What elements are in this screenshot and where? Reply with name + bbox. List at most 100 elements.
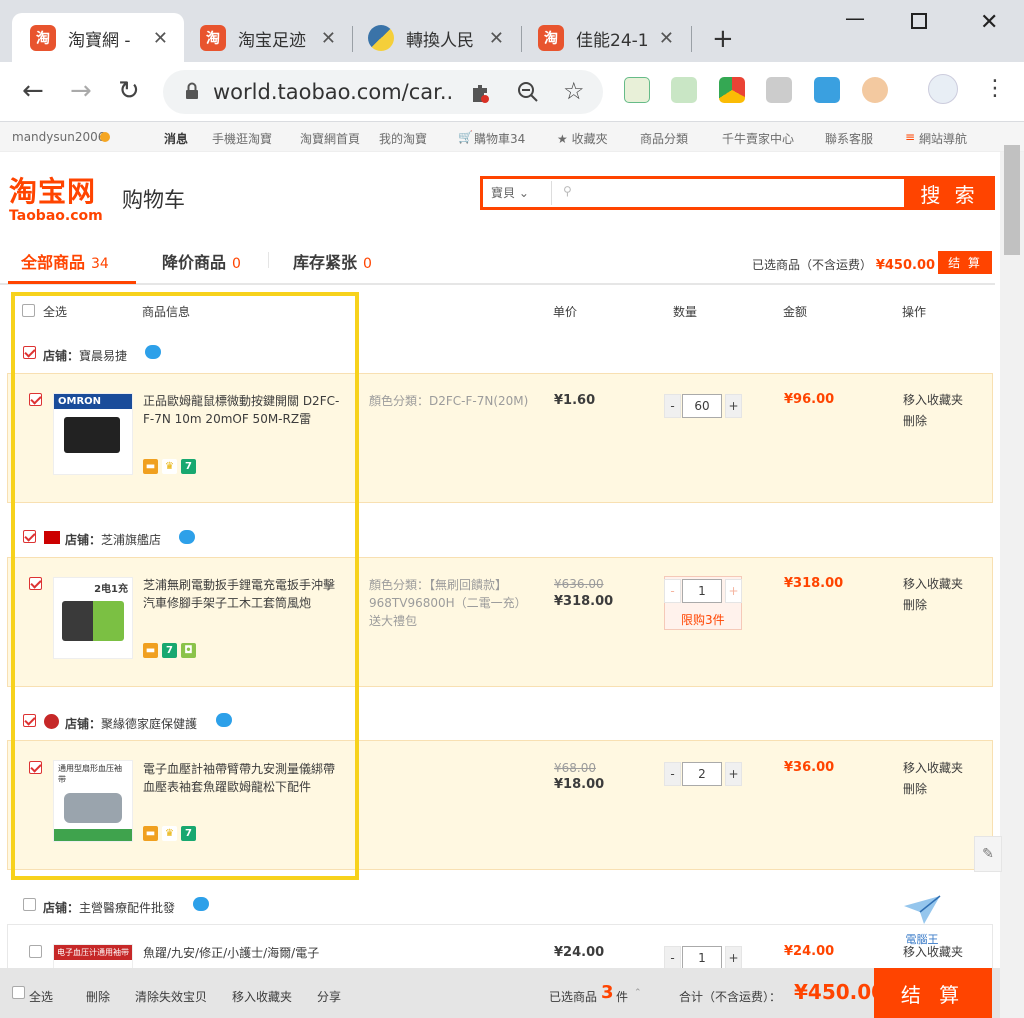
product-thumbnail[interactable]: OMRON — [53, 393, 133, 475]
quantity-input[interactable]: 1 — [682, 579, 722, 603]
quantity-input[interactable]: 1 — [682, 946, 722, 970]
extension-blocked-icon[interactable] — [469, 82, 491, 104]
close-icon[interactable]: ✕ — [489, 28, 504, 49]
move-to-favorites-link[interactable]: 移入收藏夹 — [903, 390, 963, 411]
shop-checkbox[interactable] — [23, 714, 36, 727]
bookmark-star-icon[interactable]: ☆ — [563, 77, 585, 105]
tab-all-items[interactable]: 全部商品 34 — [21, 249, 109, 273]
product-thumbnail[interactable]: 2电1充 — [53, 577, 133, 659]
extension-icon-6[interactable] — [862, 77, 888, 103]
move-to-favorites-link[interactable]: 移入收藏夹 — [903, 758, 963, 779]
tab-price-drop[interactable]: 降价商品 0 — [162, 249, 241, 273]
extension-icon-1[interactable] — [624, 77, 650, 103]
nav-site-map[interactable]: 網站導航 — [919, 130, 967, 147]
delete-link[interactable]: 刪除 — [903, 411, 963, 432]
profile-avatar[interactable] — [928, 74, 958, 104]
nav-cart[interactable]: 🛒 — [458, 130, 473, 144]
select-all-checkbox-bottom[interactable] — [12, 986, 25, 999]
extension-icon-3[interactable] — [719, 77, 745, 103]
quantity-input[interactable]: 60 — [682, 394, 722, 418]
close-icon[interactable]: ✕ — [659, 28, 674, 49]
page-scrollbar[interactable]: ▲ — [1000, 152, 1024, 1018]
item-title[interactable]: 魚躍/九安/修正/小護士/海爾/電子 — [143, 944, 343, 966]
extension-icon-2[interactable] — [671, 77, 697, 103]
nav-messages[interactable]: 消息 — [164, 130, 188, 147]
increase-button[interactable]: + — [725, 946, 742, 970]
nav-service[interactable]: 聯系客服 — [825, 130, 873, 147]
close-icon[interactable]: ✕ — [321, 28, 336, 49]
item-checkbox[interactable] — [29, 761, 42, 774]
nav-seller-center[interactable]: 千牛賣家中心 — [722, 130, 794, 147]
search-button[interactable]: 搜 索 — [904, 176, 995, 210]
shop-checkbox[interactable] — [23, 898, 36, 911]
decrease-button[interactable]: - — [664, 946, 681, 970]
menu-dots-icon[interactable]: ⋮ — [984, 76, 1006, 101]
search-input[interactable] — [579, 181, 899, 205]
forward-arrow-icon[interactable]: → — [70, 76, 92, 106]
browser-tab-1[interactable]: 淘 淘寶網 - ✕ — [12, 13, 184, 63]
browser-tab-2[interactable]: 淘 淘宝足迹 ✕ — [200, 13, 350, 63]
nav-favorites[interactable]: ★ 收藏夾 — [557, 130, 608, 147]
bottom-delete[interactable]: 刪除 — [86, 988, 110, 1005]
item-checkbox[interactable] — [29, 577, 42, 590]
chevron-up-icon[interactable]: ⌃ — [634, 988, 642, 998]
quantity-stepper[interactable]: - 1 + — [664, 579, 742, 603]
item-checkbox[interactable] — [29, 393, 42, 406]
zoom-out-icon[interactable] — [517, 81, 539, 103]
scrollbar-thumb[interactable] — [1004, 145, 1020, 255]
tab-low-stock[interactable]: 库存紧张 0 — [293, 249, 372, 273]
address-bar[interactable]: world.taobao.com/car... ☆ — [163, 70, 603, 114]
item-checkbox[interactable] — [29, 945, 42, 958]
select-all-checkbox[interactable] — [22, 304, 35, 317]
quantity-stepper[interactable]: - 1 + — [664, 946, 742, 970]
checkout-button[interactable]: 结 算 — [874, 968, 992, 1018]
shop-checkbox[interactable] — [23, 346, 36, 359]
nav-my-taobao[interactable]: 我的淘寶 — [379, 130, 427, 147]
bottom-share[interactable]: 分享 — [317, 988, 341, 1005]
quantity-input[interactable]: 2 — [682, 762, 722, 786]
close-window-icon[interactable]: ✕ — [980, 10, 998, 35]
back-arrow-icon[interactable]: ← — [22, 76, 44, 106]
feedback-pencil-icon[interactable]: ✎ — [974, 836, 1002, 872]
item-title[interactable]: 芝浦無刷電動扳手鋰電充電扳手沖擊汽車修腳手架子工木工套筒風炮 — [143, 576, 343, 612]
taobao-logo[interactable]: 淘宝网 Taobao.com — [9, 170, 103, 224]
search-scope-select[interactable]: 寶貝 ⌄ — [491, 184, 529, 201]
quantity-stepper[interactable]: - 2 + — [664, 762, 742, 786]
chat-icon[interactable] — [179, 530, 195, 544]
checkout-button-top[interactable]: 结 算 — [938, 251, 992, 274]
quantity-stepper[interactable]: - 60 + — [664, 394, 742, 418]
delete-link[interactable]: 刪除 — [903, 779, 963, 800]
nav-categories[interactable]: 商品分類 — [640, 130, 688, 147]
product-thumbnail[interactable]: 通用型扇形血压袖带 — [53, 760, 133, 842]
maximize-icon[interactable] — [911, 13, 927, 29]
user-name[interactable]: mandysun2006 — [12, 130, 105, 144]
chat-icon[interactable] — [193, 897, 209, 911]
shop-name[interactable]: 店铺：聚緣德家庭保健護 — [65, 715, 197, 732]
decrease-button[interactable]: - — [664, 579, 681, 603]
new-tab-plus-icon[interactable]: + — [712, 24, 734, 54]
item-title[interactable]: 正品歐姆龍鼠標微動按鍵開關 D2FC-F-7N 10m 20mOF 50M-RZ… — [143, 392, 343, 428]
browser-tab-3[interactable]: 轉換人民 ✕ — [368, 13, 518, 63]
item-title[interactable]: 電子血壓計袖帶臂帶九安測量儀綁帶血壓表袖套魚躍歐姆龍松下配件 — [143, 760, 343, 796]
extension-icon-4[interactable] — [766, 77, 792, 103]
bottom-select-all[interactable]: 全选 — [29, 988, 53, 1005]
increase-button[interactable]: + — [725, 579, 742, 603]
increase-button[interactable]: + — [725, 762, 742, 786]
decrease-button[interactable]: - — [664, 394, 681, 418]
move-to-favorites-link[interactable]: 移入收藏夹 — [903, 574, 963, 595]
chat-icon[interactable] — [216, 713, 232, 727]
shop-name[interactable]: 店铺：主營醫療配件批發 — [43, 899, 175, 916]
shop-checkbox[interactable] — [23, 530, 36, 543]
bottom-clear-invalid[interactable]: 清除失效宝贝 — [135, 988, 207, 1005]
reload-icon[interactable]: ↻ — [118, 76, 140, 106]
shop-name[interactable]: 店铺：寶晨易捷 — [43, 347, 127, 364]
delete-link[interactable]: 刪除 — [903, 595, 963, 616]
bottom-move-to-favorites[interactable]: 移入收藏夹 — [232, 988, 292, 1005]
nav-mobile[interactable]: 手機逛淘寶 — [212, 130, 272, 147]
decrease-button[interactable]: - — [664, 762, 681, 786]
nav-home[interactable]: 淘寶網首頁 — [300, 130, 360, 147]
extension-icon-5[interactable] — [814, 77, 840, 103]
increase-button[interactable]: + — [725, 394, 742, 418]
browser-tab-4[interactable]: 淘 佳能24-1 ✕ — [538, 13, 688, 63]
shop-name[interactable]: 店铺：芝浦旗艦店 — [65, 531, 161, 548]
